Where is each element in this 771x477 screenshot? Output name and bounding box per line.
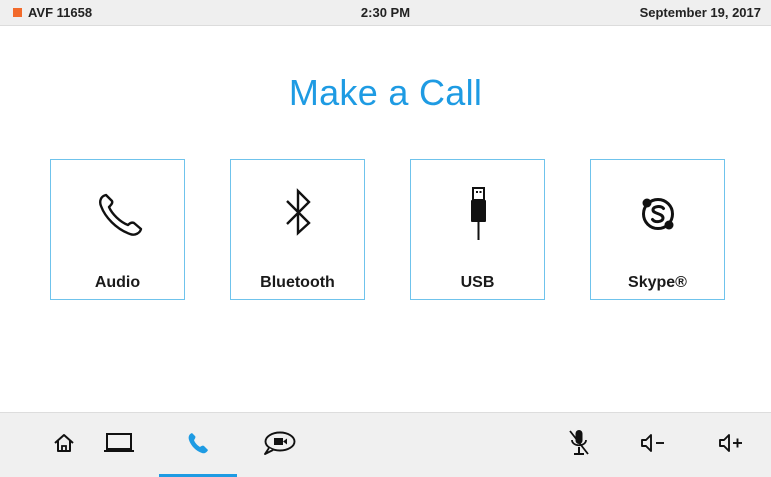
tile-label: Audio [94, 274, 141, 291]
bluetooth-icon [231, 186, 364, 242]
skype-call-button[interactable]: Skype® [590, 159, 725, 300]
page-title: Make a Call [288, 72, 483, 113]
home-icon [53, 433, 75, 458]
mic-mute-button[interactable] [540, 413, 618, 477]
volume-up-icon [718, 433, 748, 458]
usb-icon [411, 186, 544, 242]
tile-label: USB [460, 274, 495, 291]
nav-presentation-button[interactable] [80, 413, 158, 477]
bottom-nav [0, 412, 771, 477]
status-bar: AVF 11658 2:30 PM September 19, 2017 [0, 0, 771, 26]
mic-muted-icon [567, 428, 591, 463]
laptop-icon [103, 432, 135, 458]
bluetooth-call-button[interactable]: Bluetooth [230, 159, 365, 300]
phone-icon [51, 186, 184, 242]
usb-call-button[interactable]: USB [410, 159, 545, 300]
audio-call-button[interactable]: Audio [50, 159, 185, 300]
volume-down-icon [640, 433, 670, 458]
video-chat-icon [262, 431, 296, 460]
volume-up-button[interactable] [694, 413, 771, 477]
phone-icon [186, 431, 210, 460]
nav-video-conference-button[interactable] [240, 413, 318, 477]
tile-label: Skype® [628, 274, 687, 291]
tile-label: Bluetooth [260, 274, 335, 291]
current-date: September 19, 2017 [639, 5, 761, 20]
skype-icon [591, 186, 724, 242]
nav-call-button[interactable] [159, 413, 237, 477]
volume-down-button[interactable] [616, 413, 694, 477]
